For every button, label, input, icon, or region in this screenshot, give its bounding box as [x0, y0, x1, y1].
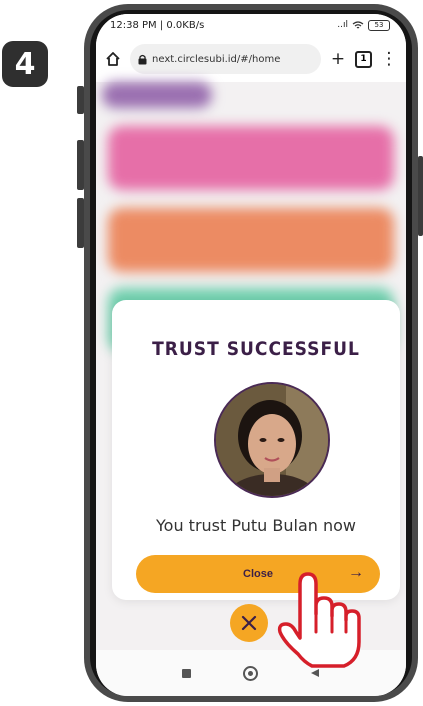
step-number-badge: 4 — [2, 41, 48, 87]
phone-power-button — [418, 156, 423, 236]
home-icon[interactable] — [104, 51, 122, 67]
home-button-icon[interactable] — [243, 665, 258, 681]
pointing-hand-icon — [277, 572, 361, 668]
close-button-label: Close — [243, 568, 273, 580]
phone-side-button — [77, 198, 84, 248]
close-icon — [241, 615, 257, 631]
more-vertical-icon[interactable]: ⋮ — [380, 49, 398, 69]
wifi-icon — [352, 20, 364, 28]
avatar-photo — [216, 384, 328, 496]
plus-icon[interactable]: + — [329, 49, 347, 69]
modal-title: TRUST SUCCESSFUL — [152, 338, 360, 360]
trust-success-modal: TRUST SUCCESSFUL You trust Putu Bulan no… — [112, 300, 400, 600]
avatar — [214, 382, 330, 498]
battery-icon: 53 — [368, 19, 390, 31]
status-time: 12:38 PM | 0.0KB/s — [110, 19, 205, 31]
blurred-header — [102, 82, 212, 108]
lock-icon — [138, 54, 147, 64]
modal-message: You trust Putu Bulan now — [156, 516, 356, 535]
status-icons: ..ıl 53 — [337, 19, 390, 31]
blurred-card — [108, 208, 394, 272]
url-text: next.circlesubi.id/#/home — [152, 53, 281, 65]
blurred-card — [108, 126, 394, 190]
phone-side-button — [77, 86, 84, 114]
signal-icon: ..ıl — [337, 20, 348, 30]
browser-toolbar: next.circlesubi.id/#/home + 1 ⋮ — [96, 36, 406, 82]
url-field[interactable]: next.circlesubi.id/#/home — [130, 44, 321, 74]
status-bar: 12:38 PM | 0.0KB/s ..ıl 53 — [96, 14, 406, 36]
tabs-count-button[interactable]: 1 — [355, 50, 372, 68]
close-circle-button[interactable] — [230, 604, 268, 642]
recent-apps-icon[interactable] — [182, 668, 191, 678]
step-number: 4 — [14, 46, 36, 82]
phone-side-button — [77, 140, 84, 190]
